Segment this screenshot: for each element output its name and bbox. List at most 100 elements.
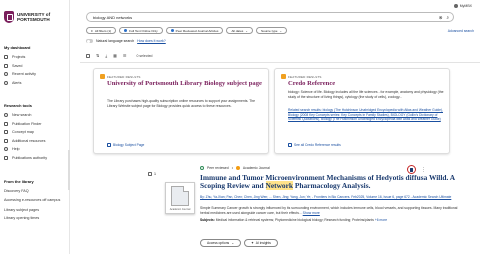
dashboard-section: My dashboard Projects Saved Recent activ… [4,45,36,87]
show-more-link[interactable]: Show more [303,211,320,215]
related-search-links[interactable]: Related search results: biology (The Hut… [288,108,443,121]
nls-toggle[interactable] [86,39,93,43]
result-subjects: Subjects: Medical information & retrieva… [200,218,388,222]
featured-card-library: FEATURED RESULTS University of Portsmout… [93,68,269,154]
university-logo[interactable]: UNIVERSITY of PORTSMOUTH [4,11,50,23]
sidebar-item-alerts[interactable]: Alerts [4,79,36,88]
featured-tag: FEATURED RESULTS [107,74,141,79]
filter-icon: ≡ [91,28,93,33]
logo-line-2: PORTSMOUTH [17,17,50,22]
chevron-down-icon: ⌄ [231,241,234,245]
sidebar-link-discovery-faq[interactable]: Discovery FAQ [4,187,60,196]
result-meta: Peer reviewed • Academic Journal [200,166,270,170]
sparkle-icon: ✦ [250,241,254,245]
search-input[interactable]: biology AND networks [93,15,132,20]
sidebar-link-off-campus[interactable]: Accessing e-resources off campus [4,196,60,206]
result-actions: Access options ⌄ ✦ AI insights [200,239,278,247]
document-icon [171,185,189,206]
toolbar-divider [80,62,480,63]
help-icon [4,147,8,152]
sidebar-item-additional-resources[interactable]: Additional resources [4,137,47,146]
source-type-dropdown[interactable]: Source type ⌄ [255,27,288,34]
folder-icon [4,55,8,60]
dates-dropdown[interactable]: All dates ⌄ [226,27,253,34]
sidebar-item-publication-finder[interactable]: Publication Finder [4,120,47,129]
featured-tag: FEATURED RESULTS [288,74,322,79]
check-icon [170,29,174,32]
view-icon[interactable]: ▦ [113,53,117,58]
featured-footer-link[interactable]: See all Credo Reference results [288,143,341,147]
sidebar-item-new-search[interactable]: New search [4,111,47,120]
authority-icon [4,155,8,160]
research-tools-heading: Research tools [4,103,32,108]
sort-icon[interactable]: ⇅ [96,53,99,58]
map-icon [4,130,8,135]
account-label: MyMBX [459,4,472,8]
filter-bar: ≡ All filters (1) Full Text Online Only P… [86,27,288,34]
result-title[interactable]: Immune and Tumor Microenvironment Mechan… [200,173,460,191]
result-number: 1 [148,172,156,176]
nls-help-link[interactable]: How does it work? [137,39,166,43]
featured-badge-icon [281,74,286,79]
resources-icon [4,138,8,143]
featured-related-links: Related search results: biology (The Hut… [288,108,446,122]
access-options-button[interactable]: Access options ⌄ [200,239,241,247]
results-toolbar: ⇅ ⤓ ▦ ☰ 0 selected [86,53,152,58]
source-type-icon [235,166,240,170]
featured-card-credo: FEATURED RESULTS Credo Reference biology… [274,68,450,154]
sidebar-item-publications-authority[interactable]: Publications authority [4,154,47,163]
list-view-icon[interactable]: ☰ [123,53,127,58]
result-checkbox[interactable] [148,172,152,176]
natural-language-search: Natural language search How does it work… [86,39,166,43]
featured-footer-link[interactable]: Biology Subject Page [107,143,144,147]
all-filters-chip[interactable]: ≡ All filters (1) [86,27,117,34]
result-abstract: Simple Summary Cancer growth is strongly… [200,206,458,215]
dashboard-heading: My dashboard [4,45,31,50]
check-icon [124,29,128,32]
featured-description: biology: Science of life. Biology includ… [288,90,444,99]
advanced-search-link[interactable]: Advanced search [448,29,474,33]
search-bar[interactable]: biology AND networks ⊗ ⌕ [86,12,454,22]
sidebar: UNIVERSITY of PORTSMOUTH My dashboard Pr… [0,0,70,254]
featured-badge-icon [100,74,105,79]
account-menu[interactable]: MyMBX [453,4,472,8]
research-tools-section: Research tools New search Publication Fi… [4,103,47,162]
result-thumbnail[interactable]: Academic Journal [165,182,195,214]
chevron-down-icon: ⌄ [245,28,248,33]
featured-description: The Library purchases high-quality subsc… [107,99,256,108]
chevron-down-icon: ⌄ [279,28,283,33]
sidebar-link-subject-pages[interactable]: Library subject pages [4,206,60,215]
sidebar-item-saved[interactable]: Saved [4,62,36,71]
more-options-icon[interactable]: ⋮ [421,167,426,173]
full-text-chip[interactable]: Full Text Online Only [119,27,163,34]
book-icon [4,121,8,126]
featured-title[interactable]: University of Portsmouth Library Biology… [107,80,265,88]
search-icon [4,113,8,118]
clear-icon[interactable]: ⊗ [439,15,443,21]
select-all-checkbox[interactable] [86,53,90,58]
sidebar-item-projects[interactable]: Projects [4,53,36,62]
selected-count: 0 selected [136,53,153,58]
user-icon [453,4,458,8]
highlighted-term: Network [265,181,294,191]
nls-label: Natural language search [96,39,135,43]
ai-insights-button[interactable]: ✦ AI insights [243,239,278,247]
sidebar-item-concept-map[interactable]: Concept map [4,128,47,137]
external-link-icon [288,143,292,147]
external-link-icon [107,143,111,147]
result-authors: By: Zhu, Ya-Xian; Pan, Chen; Chen, Jing … [200,195,452,199]
bookmark-icon [4,63,8,68]
sidebar-item-help[interactable]: Help [4,145,47,154]
library-heading: From the library [4,179,34,184]
sidebar-scrollbar[interactable] [68,150,70,190]
download-icon[interactable]: ⤓ [105,53,107,58]
university-shield-icon [4,11,14,23]
search-icon[interactable]: ⌕ [446,15,449,21]
peer-reviewed-icon [200,166,204,170]
more-subjects-link[interactable]: +6 more [375,218,387,222]
featured-title[interactable]: Credo Reference [288,80,446,88]
bell-icon [4,80,8,85]
peer-reviewed-chip[interactable]: Peer Reviewed Journal Articles [165,27,224,34]
sidebar-link-opening-times[interactable]: Library opening times [4,214,60,223]
sidebar-item-recent-activity[interactable]: Recent activity [4,70,36,79]
